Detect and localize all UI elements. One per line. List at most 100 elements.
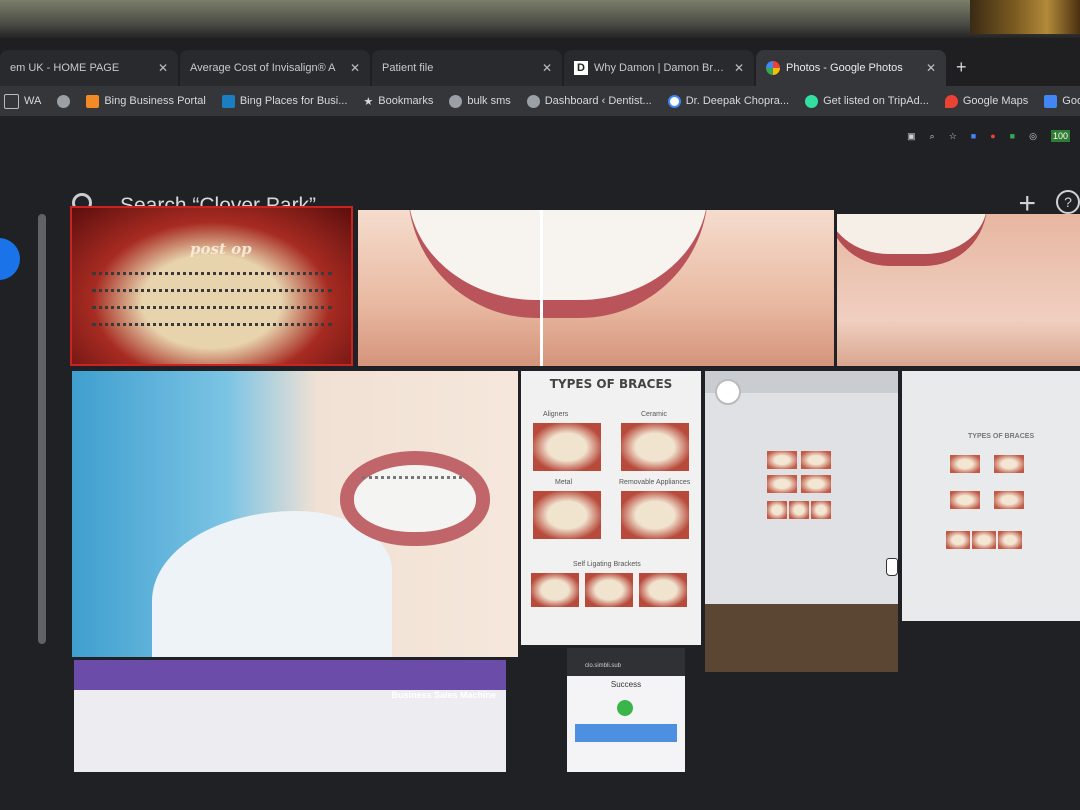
cast-icon[interactable]: ▣ [907,131,916,142]
bookmark-bulk-sms[interactable]: bulk sms [449,94,511,108]
extension-icon[interactable]: ● [990,131,995,141]
tab-patient-file[interactable]: Patient file ✕ [372,50,562,86]
close-icon[interactable]: ✕ [158,61,168,75]
close-icon[interactable]: ✕ [542,61,552,75]
extension-toolbar: ▣ ⌕ ☆ ■ ● ■ ◎ 100 [907,130,1070,142]
mini-thumb [811,501,831,519]
bookmark-deepak-chopra[interactable]: Dr. Deepak Chopra... [667,94,790,108]
zoom-icon[interactable]: ⌕ [930,131,935,142]
scrollbar[interactable] [38,214,46,644]
bookmark-google-maps[interactable]: Google Maps [944,94,1028,108]
bookmark-wa[interactable]: WA [4,93,42,109]
bookmark-bing-places[interactable]: Bing Places for Busi... [221,94,348,108]
check-circle-icon [617,700,633,716]
desk-photo-area [705,604,898,672]
comparison-divider [540,210,543,366]
extension-icon[interactable]: ■ [1010,131,1015,141]
lower-teeth [92,306,332,326]
bookmark-bookmarks[interactable]: ★ Bookmarks [363,95,433,108]
bookmark-tripadvisor[interactable]: Get listed on TripAd... [805,94,929,108]
thumb-aligners [533,423,601,471]
mini-thumb [998,531,1022,549]
extension-badge[interactable]: 100 [1050,130,1070,142]
bing-icon [86,94,100,108]
bookmark-globe[interactable] [57,94,71,108]
photo-types-of-braces[interactable]: TYPES OF BRACES Aligners Ceramic Metal R… [521,371,701,645]
bookmark-label: Dr. Deepak Chopra... [685,95,790,107]
help-icon[interactable]: ? [1056,190,1080,214]
extension-icon[interactable]: ■ [971,131,976,141]
bookmark-label: Get listed on TripAd... [823,95,929,107]
new-tab-button[interactable]: + [956,57,967,78]
mini-thumb [994,491,1024,509]
tripadvisor-icon [805,94,819,108]
close-icon[interactable]: ✕ [734,61,744,75]
bookmark-star-icon[interactable]: ☆ [949,131,957,142]
mini-thumb [767,501,787,519]
star-icon: ★ [363,95,374,108]
close-icon[interactable]: ✕ [350,61,360,75]
bookmark-label: Bing Places for Busi... [239,95,348,107]
globe-icon [526,94,540,108]
thumb-self-ligating-1 [531,573,579,607]
mini-thumb [767,475,797,493]
photo-caption: post op [190,240,252,258]
bookmark-label: Bookmarks [378,95,434,107]
photo-smile-comparison[interactable] [358,210,834,366]
thumb-self-ligating-3 [639,573,687,607]
tab-title: Photos - Google Photos [786,62,903,74]
thumb-self-ligating-2 [585,573,633,607]
thumb-ceramic [621,423,689,471]
damon-favicon-icon: D [574,61,588,75]
tab-home-page[interactable]: em UK - HOME PAGE ✕ [0,50,178,86]
caption-self-ligating: Self Ligating Brackets [573,561,641,568]
bookmark-label: bulk sms [467,95,511,107]
photo-screenshot-dashboard[interactable]: Business Sales Machine [74,660,506,772]
phone-success-text: Success [610,680,642,689]
caption-ceramic: Ceramic [641,411,668,418]
mini-thumb [801,451,831,469]
bookmark-google-my-business[interactable]: Google My Business [1044,94,1080,108]
infographic-title: TYPES OF BRACES [549,377,673,391]
bing-icon [221,94,235,108]
photo-smile-closeup[interactable] [837,214,1080,366]
mini-thumb [946,531,970,549]
photo-screenshot-braces[interactable] [705,371,898,604]
phone-url: clo.simbli.sub [585,663,622,669]
select-check-icon[interactable] [715,379,741,405]
bookmark-bing-business-portal[interactable]: Bing Business Portal [86,94,206,108]
bookmarks-bar: WA Bing Business Portal Bing Places for … [0,86,1080,116]
tab-title: Why Damon | Damon Braces [594,62,728,74]
monitor-bezel [0,0,1080,40]
dashboard-page [74,690,506,772]
smile-mouth [408,210,708,318]
maps-icon [944,94,958,108]
phone-blue-banner [575,724,677,742]
mini-thumb [994,455,1024,473]
extension-icon[interactable]: ◎ [1029,131,1037,142]
wall-decoration [970,0,1080,34]
mini-thumb [950,455,980,473]
close-icon[interactable]: ✕ [926,61,936,75]
bookmark-dashboard[interactable]: Dashboard ‹ Dentist... [526,94,652,108]
tab-invisalign[interactable]: Average Cost of Invisalign® A ✕ [180,50,370,86]
thumb-metal [533,491,601,539]
brace-wire [362,476,462,479]
tab-google-photos[interactable]: Photos - Google Photos ✕ [756,50,946,86]
smile-mouth [837,214,987,266]
globe-icon [449,94,463,108]
bookmark-label: Google My Business [1062,95,1080,107]
tab-strip: em UK - HOME PAGE ✕ Average Cost of Invi… [0,38,1080,86]
photo-screenshot-braces-2[interactable]: TYPES OF BRACES [902,371,1080,621]
photo-dentist-braces[interactable] [72,371,518,657]
dashboard-header: Business Sales Machine [391,690,496,700]
photo-phone-screenshot[interactable]: clo.simbli.sub Success [567,648,685,772]
bookmark-label: WA [24,95,42,107]
mini-title: TYPES OF BRACES [968,433,1035,440]
mini-thumb [972,531,996,549]
tab-title: Average Cost of Invisalign® A [190,62,336,74]
tab-damon-braces[interactable]: D Why Damon | Damon Braces ✕ [564,50,754,86]
photo-post-op-braces[interactable]: post op [70,206,353,366]
mouse-cursor-icon [886,558,898,576]
phone-status-bar [567,648,685,676]
